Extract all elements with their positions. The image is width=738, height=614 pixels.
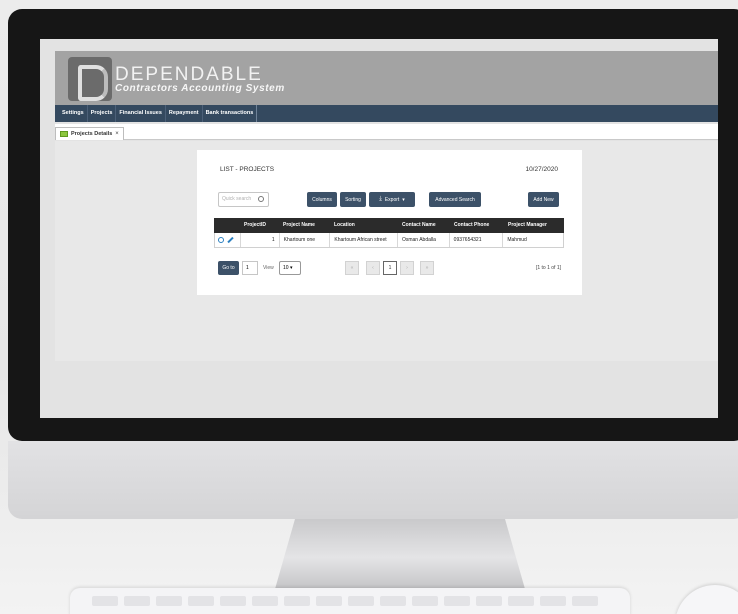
pagination-bar: Go to 1 View 10 ▾ « ‹ 1 › » [1 to 1 of 1… <box>218 261 563 275</box>
monitor-stand <box>275 519 525 589</box>
nav-item-repayment[interactable]: Repayment <box>166 105 203 122</box>
last-page-button[interactable]: » <box>420 261 434 275</box>
view-label: View <box>263 265 274 271</box>
logo-icon <box>68 57 112 101</box>
add-new-button-label: Add New <box>533 196 554 203</box>
mouse <box>675 585 738 614</box>
sorting-button[interactable]: Sorting <box>340 192 366 207</box>
keyboard <box>70 588 630 614</box>
projects-table-grid: ProjectID Project Name Location Contact … <box>214 218 564 248</box>
columns-button-label: Columns <box>312 196 332 203</box>
keyboard-keys <box>92 596 598 606</box>
chevron-down-icon: ▾ <box>289 265 293 271</box>
table-row[interactable]: 1 Khartoum one Khartoum African street O… <box>214 233 564 248</box>
prev-page-button[interactable]: ‹ <box>366 261 380 275</box>
export-button[interactable]: ⤓ Export ▾ <box>369 192 415 207</box>
nav-item-settings[interactable]: Settings <box>59 105 88 122</box>
tab-strip: Projects Details × <box>55 124 718 140</box>
header-location[interactable]: Location <box>330 218 398 233</box>
tab-label: Projects Details <box>71 131 113 137</box>
header-project-manager[interactable]: Project Manager <box>504 218 564 233</box>
nav-item-projects[interactable]: Projects <box>88 105 117 122</box>
edit-pencil-icon[interactable] <box>227 236 234 244</box>
page-size-select[interactable]: 10 ▾ <box>279 261 301 275</box>
cell-contact-name: Osman Abdalla <box>398 233 450 247</box>
screen: DEPENDABLE Contractors Accounting System… <box>40 39 718 418</box>
page-title: LIST - PROJECTS <box>220 166 275 173</box>
sorting-button-label: Sorting <box>345 196 361 203</box>
search-icon[interactable] <box>258 196 264 202</box>
header-project-name[interactable]: Project Name <box>279 218 330 233</box>
row-actions <box>215 233 241 247</box>
columns-button[interactable]: Columns <box>307 192 337 207</box>
main-nav: Settings Projects Financial Issues Repay… <box>55 105 718 122</box>
list-date: 10/27/2020 <box>525 166 558 173</box>
brand-subtitle: Contractors Accounting System <box>115 83 285 94</box>
cell-location: Khartoum African street <box>330 233 398 247</box>
page-info: [1 to 1 of 1] <box>535 265 561 271</box>
table-icon <box>60 131 68 137</box>
cell-project-id: 1 <box>241 233 280 247</box>
quick-search-input[interactable]: Quick search <box>218 192 269 207</box>
cell-project-manager: Mahmud <box>507 237 527 243</box>
add-new-button[interactable]: Add New <box>528 192 559 207</box>
close-icon[interactable]: × <box>115 131 119 137</box>
export-button-label: Export <box>384 196 400 203</box>
goto-button[interactable]: Go to <box>218 261 239 275</box>
tab-projects-details[interactable]: Projects Details × <box>55 127 124 140</box>
table-header-row: ProjectID Project Name Location Contact … <box>214 218 564 233</box>
next-page-button[interactable]: › <box>400 261 414 275</box>
page-size-value: 10 <box>283 265 289 271</box>
app-header: DEPENDABLE Contractors Accounting System <box>55 51 718 105</box>
view-zoom-icon[interactable] <box>218 237 224 243</box>
header-project-id[interactable]: ProjectID <box>240 218 279 233</box>
advanced-search-button-label: Advanced Search <box>435 196 475 203</box>
goto-page-input[interactable]: 1 <box>242 261 258 275</box>
advanced-search-button[interactable]: Advanced Search <box>429 192 481 207</box>
monitor-chin <box>8 441 738 519</box>
chevron-down-icon: ▾ <box>402 196 405 203</box>
nav-item-financial-issues[interactable]: Financial Issues <box>116 105 166 122</box>
header-actions <box>214 218 240 233</box>
current-page-button[interactable]: 1 <box>383 261 397 275</box>
header-contact-name[interactable]: Contact Name <box>398 218 450 233</box>
first-page-button[interactable]: « <box>345 261 359 275</box>
nav-item-bank-transactions[interactable]: Bank transactions <box>203 105 258 122</box>
download-icon: ⤓ <box>379 196 382 202</box>
quick-search-placeholder: Quick search <box>222 196 252 202</box>
cell-contact-phone: 0937654321 <box>450 233 504 247</box>
header-contact-phone[interactable]: Contact Phone <box>450 218 504 233</box>
cell-project-name: Khartoum one <box>280 233 331 247</box>
